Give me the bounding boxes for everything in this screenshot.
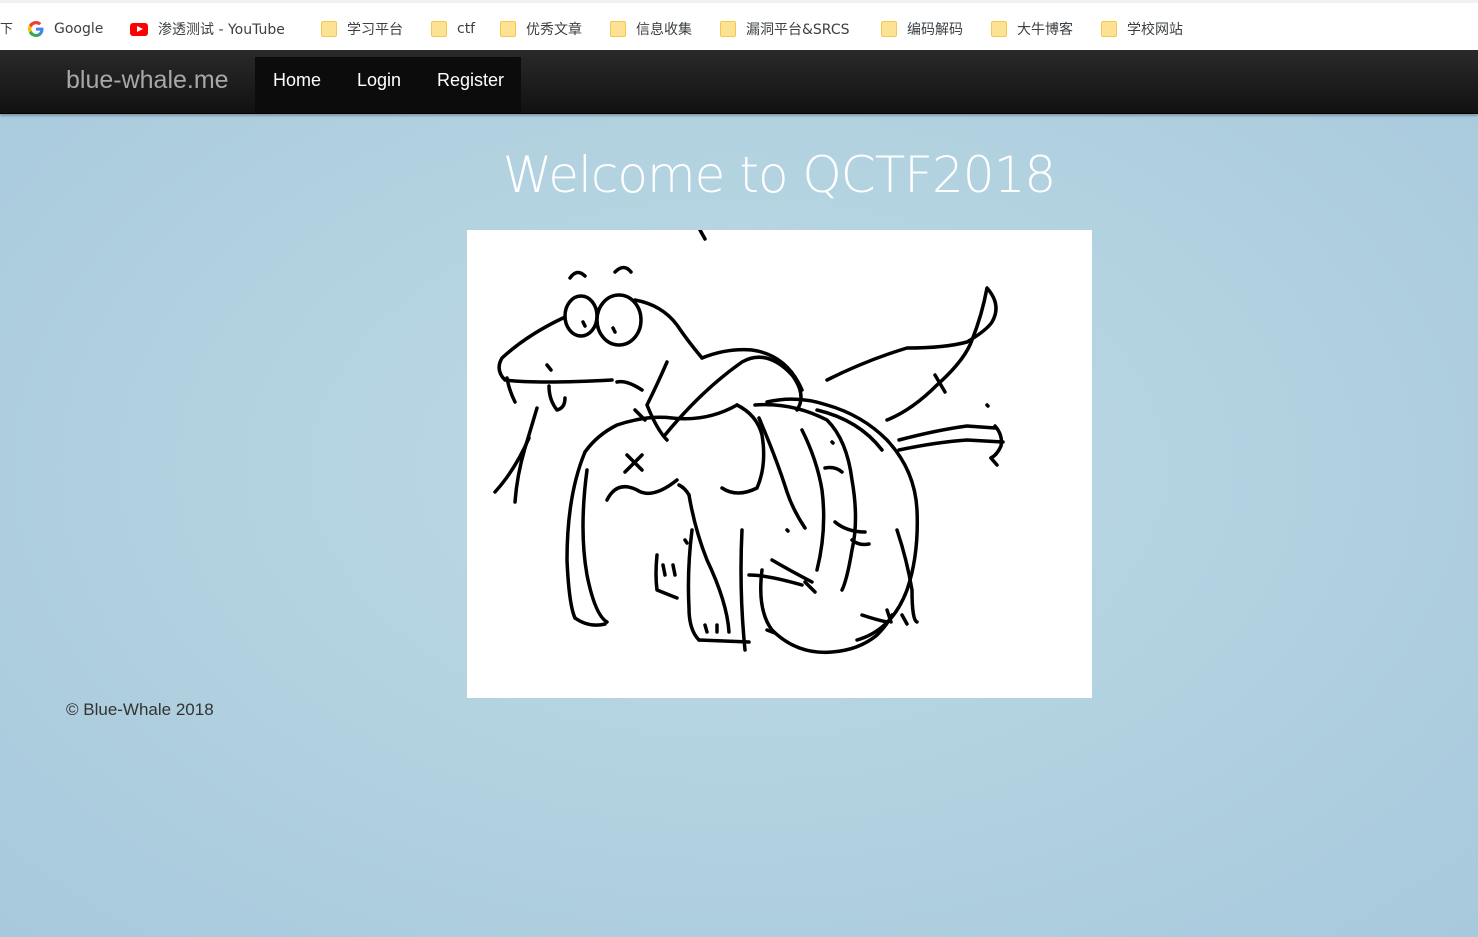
sketch-drawing xyxy=(493,230,1005,655)
folder-icon xyxy=(610,21,626,37)
google-icon xyxy=(28,21,44,37)
footer-copyright: © Blue-Whale 2018 xyxy=(66,700,214,719)
bookmark-folder-blogs[interactable]: 大牛博客 xyxy=(991,17,1073,41)
snake-elephant-sketch-image xyxy=(467,230,1092,698)
bookmark-label: 渗透测试 - YouTube xyxy=(158,22,285,38)
bookmark-label: 学校网站 xyxy=(1127,22,1183,38)
youtube-icon xyxy=(130,22,148,36)
bookmark-label: 学习平台 xyxy=(347,22,403,38)
bookmarks-bar: 下 Google 渗透测试 - YouTube 学习平台 ctf 优秀文章 信息… xyxy=(0,0,1478,50)
folder-icon xyxy=(991,21,1007,37)
folder-icon xyxy=(321,21,337,37)
bookmark-label: Google xyxy=(54,21,104,37)
bookmark-folder-vuln-platforms[interactable]: 漏洞平台&SRCS xyxy=(720,17,850,41)
bookmark-folder-encoding[interactable]: 编码解码 xyxy=(881,17,963,41)
nav-home-link[interactable]: Home xyxy=(273,70,321,91)
bookmark-folder-school-sites[interactable]: 学校网站 xyxy=(1101,17,1183,41)
folder-icon xyxy=(1101,21,1117,37)
bookmark-folder-ctf[interactable]: ctf xyxy=(431,17,475,41)
page-title: Welcome to QCTF2018 xyxy=(502,146,1057,204)
nav-register-link[interactable]: Register xyxy=(437,70,504,91)
nav-links: Home Login Register xyxy=(255,57,521,113)
folder-icon xyxy=(431,21,447,37)
folder-icon xyxy=(720,21,736,37)
bookmark-folder-articles[interactable]: 优秀文章 xyxy=(500,17,582,41)
bookmark-label: 信息收集 xyxy=(636,22,692,38)
folder-icon xyxy=(500,21,516,37)
bookmark-google[interactable]: Google xyxy=(28,17,103,41)
nav-login-link[interactable]: Login xyxy=(357,70,401,91)
brand-link[interactable]: blue-whale.me xyxy=(66,66,229,95)
site-navbar: blue-whale.me Home Login Register xyxy=(0,50,1478,114)
bookmark-folder-study-platform[interactable]: 学习平台 xyxy=(321,17,403,41)
bookmark-label: ctf xyxy=(457,21,476,37)
bookmark-label: 大牛博客 xyxy=(1017,22,1073,38)
bookmark-label: 优秀文章 xyxy=(526,22,582,38)
bookmark-youtube-pentest[interactable]: 渗透测试 - YouTube xyxy=(130,17,285,41)
bookmark-label: 编码解码 xyxy=(907,22,963,38)
folder-icon xyxy=(881,21,897,37)
bookmark-label: 漏洞平台&SRCS xyxy=(746,22,850,38)
bookmark-overflow-fragment[interactable]: 下 xyxy=(0,18,13,37)
bookmark-folder-info-gathering[interactable]: 信息收集 xyxy=(610,17,692,41)
